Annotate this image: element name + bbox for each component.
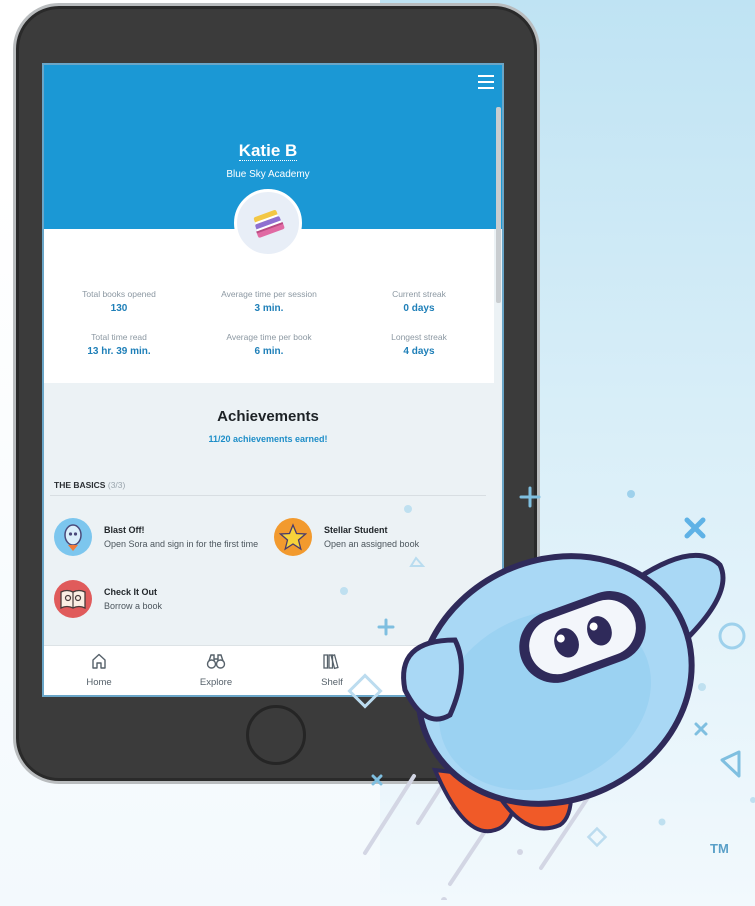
section-heading: THE BASICS (3/3) (54, 480, 125, 490)
achievement-description: Open Sora and sign in for the first time (104, 539, 259, 549)
star-badge-icon (274, 518, 312, 556)
binoculars-icon (206, 654, 226, 669)
section-count: (3/3) (107, 480, 126, 490)
tablet-home-button (246, 705, 306, 765)
profile-name[interactable]: Katie B (44, 141, 492, 161)
achievement-name: Blast Off! (104, 525, 145, 535)
stat-value: 0 days (403, 303, 435, 314)
stat-label: Average time per session (221, 289, 317, 299)
achievements-earned[interactable]: 11/20 achievements earned! (44, 434, 492, 444)
stat-label: Longest streak (391, 332, 447, 342)
nav-label: Home (86, 677, 112, 688)
school-name: Blue Sky Academy (226, 169, 310, 180)
stat-value: 3 min. (254, 303, 284, 314)
trademark-label: TM (710, 841, 729, 856)
scrollbar-thumb[interactable] (496, 107, 501, 303)
stat-label: Average time per book (226, 332, 312, 342)
achievement-blast-off[interactable]: Blast Off! Open Sora and sign in for the… (54, 518, 258, 556)
stat-value: 4 days (403, 346, 435, 357)
section-name: THE BASICS (54, 480, 106, 490)
stat-value: 6 min. (254, 346, 284, 357)
stat-label: Total books opened (82, 289, 156, 299)
stat-total-time: Total time read 13 hr. 39 min. (44, 332, 194, 357)
avatar[interactable] (234, 189, 302, 257)
achievement-check-it-out[interactable]: Check It Out Borrow a book (54, 580, 162, 618)
books-icon (323, 654, 339, 670)
open-book-badge-icon (54, 580, 92, 618)
nav-explore[interactable]: Explore (186, 652, 246, 688)
hamburger-menu-icon[interactable] (478, 75, 494, 93)
stat-current-streak: Current streak 0 days (344, 289, 494, 314)
stat-longest-streak: Longest streak 4 days (344, 332, 494, 357)
stat-label: Total time read (91, 332, 147, 342)
nav-home[interactable]: Home (69, 652, 129, 688)
stat-avg-session: Average time per session 3 min. (194, 289, 344, 314)
achievement-description: Borrow a book (104, 601, 163, 611)
sora-mascot (401, 552, 726, 834)
stat-value: 13 hr. 39 min. (87, 346, 151, 357)
rocket-badge-icon (54, 518, 92, 556)
book-stack-icon (253, 210, 285, 238)
nav-label: Explore (199, 677, 233, 688)
achievements-title: Achievements (217, 408, 319, 425)
home-icon (92, 653, 106, 669)
achievement-name: Check It Out (104, 587, 158, 597)
stat-label: Current streak (392, 289, 446, 299)
stat-total-books: Total books opened 130 (44, 289, 194, 314)
stat-avg-book: Average time per book 6 min. (194, 332, 344, 357)
stat-value: 130 (110, 303, 128, 314)
